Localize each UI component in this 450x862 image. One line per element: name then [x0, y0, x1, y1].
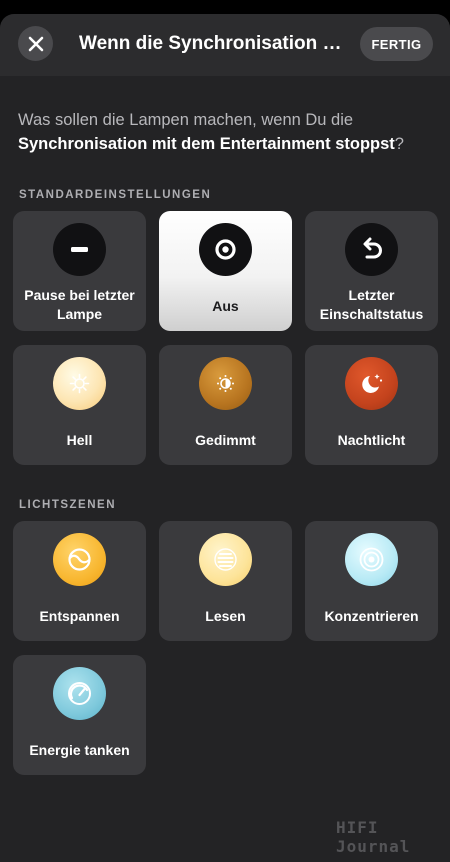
energize-icon — [53, 667, 106, 720]
sun-bright-icon — [53, 357, 106, 410]
read-icon — [199, 533, 252, 586]
off-icon — [199, 223, 252, 276]
close-icon — [28, 36, 43, 51]
tile-nightlight[interactable]: Nachtlicht — [305, 345, 438, 465]
tile-relax[interactable]: Entspannen — [13, 521, 146, 641]
tile-label: Letzter Einschaltstatus — [319, 287, 424, 322]
question-emphasis: Synchronisation mit dem Entertainment st… — [18, 135, 395, 153]
sun-dim-icon — [199, 357, 252, 410]
tile-label: Pause bei letzter Lampe — [24, 287, 135, 322]
tile-label: Aus — [212, 298, 239, 314]
tile-pause-last-lamp[interactable]: Pause bei letzter Lampe — [13, 211, 146, 331]
tile-label: Gedimmt — [195, 432, 256, 448]
concentrate-icon — [345, 533, 398, 586]
tile-label: Lesen — [205, 608, 246, 624]
tile-off[interactable]: Aus — [159, 211, 292, 331]
close-button[interactable] — [18, 26, 53, 61]
tile-bright[interactable]: Hell — [13, 345, 146, 465]
page-title: Wenn die Synchronisation stoppt — [79, 33, 349, 54]
question-prefix: Was sollen die Lampen machen, wenn Du di… — [18, 111, 354, 129]
tile-read[interactable]: Lesen — [159, 521, 292, 641]
tile-concentrate[interactable]: Konzentrieren — [305, 521, 438, 641]
question-text: Was sollen die Lampen machen, wenn Du di… — [18, 108, 432, 156]
tile-energize[interactable]: Energie tanken — [13, 655, 146, 775]
done-button[interactable]: FERTIG — [360, 27, 433, 61]
tile-label: Hell — [66, 432, 93, 448]
tile-label: Energie tanken — [29, 742, 130, 758]
question-suffix: ? — [394, 135, 404, 153]
moon-stars-icon — [345, 357, 398, 410]
tile-last-on-state[interactable]: Letzter Einschaltstatus — [305, 211, 438, 331]
tile-dimmed[interactable]: Gedimmt — [159, 345, 292, 465]
section-label-scenes: LICHTSZENEN — [19, 499, 116, 511]
undo-icon — [345, 223, 398, 276]
tile-label: Konzentrieren — [324, 608, 419, 624]
section-label-defaults: STANDARDEINSTELLUNGEN — [19, 189, 212, 201]
relax-icon — [53, 533, 106, 586]
tile-label: Entspannen — [39, 608, 120, 624]
tile-label: Nachtlicht — [337, 432, 406, 448]
scene-picker-sheet: Wenn die Synchronisation stoppt FERTIG W… — [0, 14, 450, 862]
pause-icon — [53, 223, 106, 276]
header-bar: Wenn die Synchronisation stoppt FERTIG — [0, 14, 450, 76]
watermark-logo: HIFI Journal — [336, 818, 411, 856]
